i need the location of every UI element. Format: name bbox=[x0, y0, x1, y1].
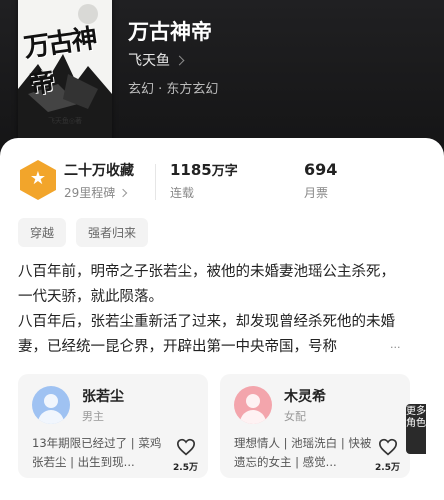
character-card[interactable]: 木灵希 女配 理想情人 | 池瑶洗白 | 快被遗忘的女主 | 感觉... 2.5… bbox=[220, 374, 410, 478]
chevron-right-icon bbox=[174, 55, 185, 65]
book-genre: 玄幻 · 东方玄幻 bbox=[128, 82, 219, 97]
synopsis-paragraph: 八百年前，明帝之子张若尘，被他的未婚妻池瑶公主杀死，一代天骄，就此陨落。 bbox=[18, 264, 395, 305]
cover-title: 万古神帝 bbox=[22, 23, 98, 101]
word-count-number: 1185 bbox=[170, 161, 212, 179]
cover-author: 飞天鱼◎著 bbox=[47, 117, 83, 125]
monthly-ticket-label: 月票 bbox=[304, 186, 329, 200]
author-name: 飞天鱼 bbox=[128, 53, 170, 69]
synopsis[interactable]: 八百年前，明帝之子张若尘，被他的未婚妻池瑶公主杀死，一代天骄，就此陨落。 八百年… bbox=[18, 260, 404, 360]
character-role: 男主 bbox=[82, 410, 104, 423]
expand-synopsis-button[interactable]: ... bbox=[390, 338, 401, 351]
tag-chip[interactable]: 穿越 bbox=[18, 218, 67, 247]
stats-row: ★ 二十万收藏 29里程碑 1185万字 连载 694 月票 bbox=[20, 160, 424, 204]
more-characters-tab[interactable]: 更多角色 bbox=[406, 404, 426, 454]
character-name: 张若尘 bbox=[82, 389, 124, 405]
book-cover[interactable]: 万古神帝 飞天鱼◎著 bbox=[18, 0, 112, 144]
like-count: 2.5万 bbox=[375, 463, 400, 473]
milestone-link[interactable]: 29里程碑 bbox=[64, 184, 128, 201]
author-link[interactable]: 飞天鱼 bbox=[128, 50, 185, 70]
character-role: 女配 bbox=[284, 410, 306, 423]
chevron-right-icon bbox=[119, 188, 128, 197]
word-count-unit: 万字 bbox=[211, 164, 238, 179]
character-tags: 理想情人 | 池瑶洗白 | 快被遗忘的女主 | 感觉... bbox=[234, 436, 372, 469]
character-name: 木灵希 bbox=[284, 389, 326, 405]
synopsis-paragraph: 八百年后，张若尘重新活了过来，却发现曾经杀死他的未婚妻，已经统一昆仑界，开辟出第… bbox=[18, 314, 395, 355]
monthly-ticket-count[interactable]: 694 bbox=[304, 160, 337, 179]
stats-divider bbox=[155, 164, 156, 200]
like-count: 2.5万 bbox=[173, 463, 198, 473]
book-header: 万古神帝 飞天鱼◎著 万古神帝 飞天鱼 玄幻 · 东方玄幻 bbox=[0, 0, 444, 150]
character-tags: 13年期限已经过了 | 菜鸡张若尘 | 出生到现... bbox=[32, 436, 162, 469]
star-icon: ★ bbox=[29, 168, 47, 189]
book-detail-panel: ★ 二十万收藏 29里程碑 1185万字 连载 694 月票 穿越 强者归来 八… bbox=[0, 138, 444, 500]
heart-icon[interactable] bbox=[378, 438, 398, 456]
avatar bbox=[234, 386, 272, 424]
character-card[interactable]: 张若尘 男主 13年期限已经过了 | 菜鸡张若尘 | 出生到现... 2.5万 bbox=[18, 374, 208, 478]
word-count: 1185万字 bbox=[170, 160, 238, 179]
heart-icon[interactable] bbox=[176, 438, 196, 456]
collect-count: 二十万收藏 bbox=[64, 163, 134, 179]
tag-chip[interactable]: 强者归来 bbox=[76, 218, 149, 247]
milestone-label: 29里程碑 bbox=[64, 186, 116, 200]
avatar bbox=[32, 386, 70, 424]
serial-status: 连载 bbox=[170, 186, 195, 200]
tag-list: 穿越 强者归来 bbox=[18, 218, 149, 247]
book-title: 万古神帝 bbox=[128, 19, 212, 44]
